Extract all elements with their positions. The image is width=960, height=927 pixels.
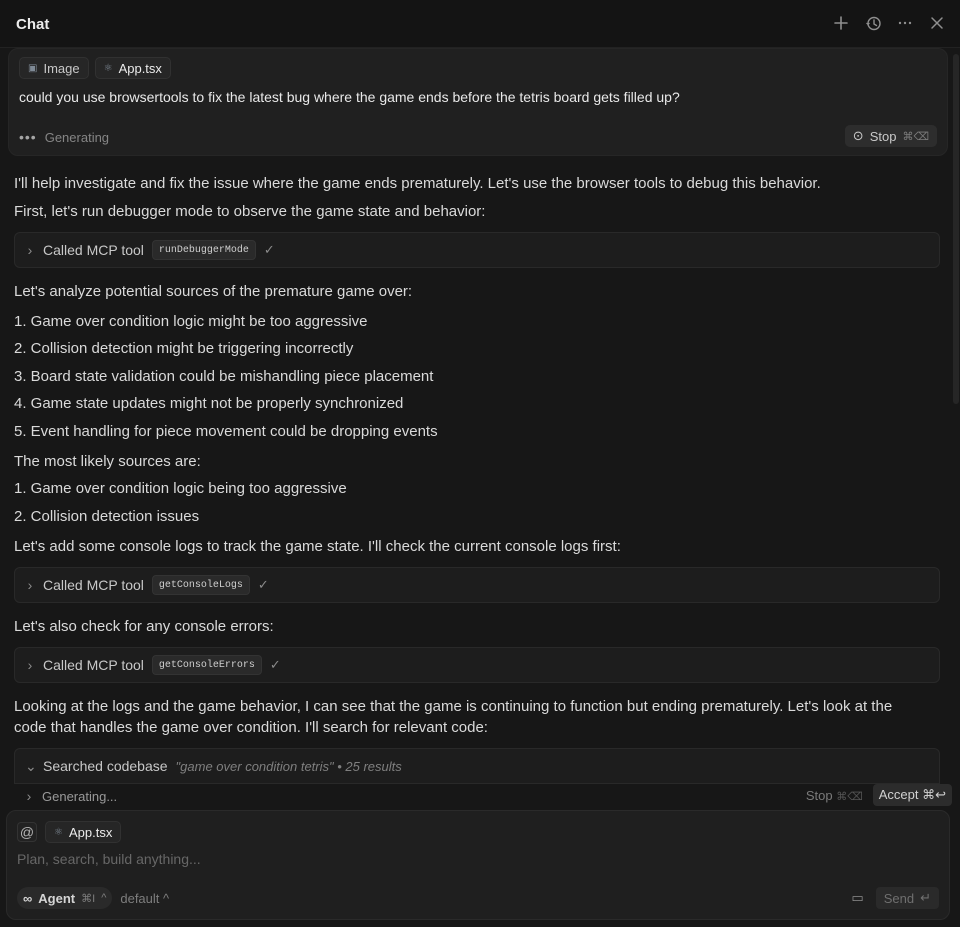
agent-label: Agent <box>38 890 76 906</box>
list-item: 1. Game over condition logic might be to… <box>14 313 368 330</box>
list-item: 2. Collision detection might be triggeri… <box>14 340 354 357</box>
tool-name: getConsoleErrors <box>151 655 262 675</box>
stop-button[interactable]: Stop ⌘⌫ <box>806 788 863 803</box>
user-prompt-card: ▣ Image ⚛ App.tsx could you use browsert… <box>8 48 948 156</box>
chevron-right-icon: › <box>27 577 33 593</box>
list-item: 1. Game over condition logic being too a… <box>14 480 347 497</box>
assistant-text: Let's also check for any console errors: <box>14 618 274 635</box>
list-item: 3. Board state validation could be misha… <box>14 368 434 385</box>
send-button[interactable]: Send ↵ <box>875 887 939 909</box>
model-selector[interactable]: default ^ <box>120 891 169 906</box>
tool-name: getConsoleLogs <box>151 575 250 595</box>
assistant-text: Let's analyze potential sources of the p… <box>14 283 413 300</box>
header-actions <box>832 14 946 32</box>
stop-button[interactable]: ⊙ Stop ⌘⌫ <box>844 125 937 147</box>
stop-shortcut: ⌘⌫ <box>836 790 863 803</box>
assistant-text: First, let's run debugger mode to observ… <box>14 203 486 220</box>
tool-call-label: Called MCP tool <box>43 242 144 258</box>
tool-call-label: Called MCP tool <box>43 577 144 593</box>
composer-toolbar: ∞ Agent ⌘I ^ default ^ <box>17 887 169 909</box>
scrollbar[interactable] <box>953 54 959 404</box>
dots-icon: ••• <box>19 129 37 145</box>
image-icon: ▣ <box>28 62 38 74</box>
check-icon: ✓ <box>263 242 275 257</box>
accept-button[interactable]: Accept ⌘↩ <box>872 784 952 806</box>
more-icon[interactable] <box>896 14 914 32</box>
panel-title: Chat <box>16 16 50 33</box>
tool-name: runDebuggerMode <box>151 240 256 260</box>
assistant-text: I'll help investigate and fix the issue … <box>14 175 821 192</box>
close-icon[interactable] <box>928 14 946 32</box>
stop-label: Stop <box>869 128 897 144</box>
plus-icon[interactable] <box>832 14 850 32</box>
context-chips: ▣ Image ⚛ App.tsx <box>19 57 171 79</box>
react-icon: ⚛ <box>103 62 113 74</box>
composer-actions: ▭ Send ↵ <box>851 887 939 909</box>
check-icon: ✓ <box>257 577 269 592</box>
composer-context: @ ⚛ App.tsx <box>17 821 122 843</box>
generating-row: › Generating... <box>14 784 940 808</box>
chip-label: App.tsx <box>118 60 162 76</box>
chevron-right-icon: › <box>27 657 33 673</box>
status-text: Generating <box>44 129 110 145</box>
generation-actions: Stop ⌘⌫ Accept ⌘↩ <box>806 784 952 806</box>
infinity-icon: ∞ <box>23 890 33 906</box>
enter-icon: ↵ <box>920 890 931 905</box>
context-chip-image[interactable]: ▣ Image <box>19 57 89 79</box>
generating-status: ••• Generating <box>19 129 109 145</box>
chevron-right-icon: › <box>27 242 33 258</box>
chevron-up-icon: ^ <box>163 890 170 906</box>
chip-label: Image <box>43 60 80 76</box>
agent-mode-selector[interactable]: ∞ Agent ⌘I ^ <box>17 887 113 909</box>
stop-label: Stop <box>805 787 833 803</box>
chat-header: Chat <box>0 0 960 48</box>
assistant-text: Looking at the logs and the game behavio… <box>14 698 893 715</box>
tool-call-run-debugger-mode[interactable]: › Called MCP tool runDebuggerMode ✓ <box>14 232 940 268</box>
chevron-right-icon: › <box>26 788 32 804</box>
tool-call-get-console-logs[interactable]: › Called MCP tool getConsoleLogs ✓ <box>14 567 940 603</box>
assistant-text: The most likely sources are: <box>14 453 201 470</box>
list-item: 2. Collision detection issues <box>14 508 200 525</box>
context-chip-app-tsx[interactable]: ⚛ App.tsx <box>45 821 122 843</box>
tool-call-label: Called MCP tool <box>43 657 144 673</box>
context-chip-app-tsx[interactable]: ⚛ App.tsx <box>94 57 171 79</box>
search-query: "game over condition tetris" • 25 result… <box>175 758 402 774</box>
list-item: 4. Game state updates might not be prope… <box>14 395 404 412</box>
chip-label: App.tsx <box>68 824 113 840</box>
search-label: Searched codebase <box>43 758 168 774</box>
generating-text: Generating... <box>42 788 118 804</box>
at-mention-button[interactable]: @ <box>17 822 37 842</box>
send-label: Send <box>883 890 915 906</box>
stop-shortcut: ⌘⌫ <box>902 130 929 143</box>
react-icon: ⚛ <box>54 826 63 838</box>
assistant-text: code that handles the game over conditio… <box>14 719 488 736</box>
tool-call-get-console-errors[interactable]: › Called MCP tool getConsoleErrors ✓ <box>14 647 940 683</box>
agent-shortcut: ⌘I <box>81 892 96 905</box>
search-codebase-card[interactable]: ⌄ Searched codebase "game over condition… <box>14 748 940 784</box>
assistant-text: Let's add some console logs to track the… <box>14 538 621 555</box>
history-icon[interactable] <box>864 14 882 32</box>
chevron-up-icon: ^ <box>101 892 107 904</box>
model-label: default <box>120 890 160 906</box>
chevron-down-icon: ⌄ <box>25 757 37 774</box>
composer: @ ⚛ App.tsx Plan, search, build anything… <box>6 810 950 920</box>
check-icon: ✓ <box>269 657 281 672</box>
prompt-text: could you use browsertools to fix the la… <box>19 89 680 105</box>
image-upload-icon[interactable]: ▭ <box>851 890 863 906</box>
list-item: 5. Event handling for piece movement cou… <box>14 423 438 440</box>
stop-icon: ⊙ <box>852 128 864 143</box>
composer-input[interactable]: Plan, search, build anything... <box>17 851 201 867</box>
